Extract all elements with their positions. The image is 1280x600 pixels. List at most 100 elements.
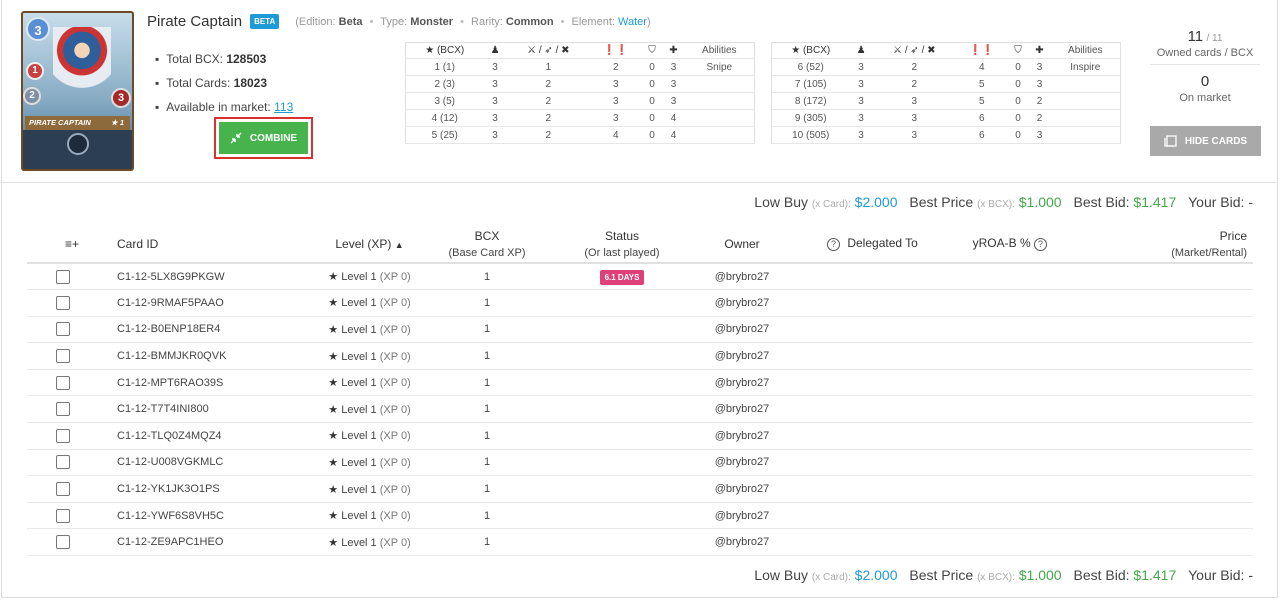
level-stat-cell: 4 bbox=[662, 109, 685, 127]
owner-link[interactable]: @brybro27 bbox=[715, 403, 770, 415]
card-id[interactable]: C1-12-MPT6RAO39S bbox=[117, 377, 223, 389]
delegated-cell bbox=[787, 528, 957, 557]
bcx-cell: 1 bbox=[427, 395, 547, 424]
help-icon[interactable]: ? bbox=[1034, 237, 1047, 251]
level-value: Level 1 bbox=[341, 510, 377, 523]
yroa-header[interactable]: yROA-B % ? bbox=[957, 225, 1107, 264]
attack-orb: 1 bbox=[26, 62, 44, 80]
owner-link[interactable]: @brybro27 bbox=[715, 323, 770, 335]
card-id[interactable]: C1-12-5LX8G9PKGW bbox=[117, 271, 225, 283]
level-stats-table-right: ★ (BCX) ♟ ⚔ / ➶ / ✖ ❗❗ ⛉ ✚ Abilities 6 (52) 3 2 4… bbox=[771, 42, 1121, 144]
table-row[interactable]: C1-12-YK1JK3O1PS ★ Level 1 (XP 0) 1 @brybro… bbox=[27, 475, 1253, 503]
table-row[interactable]: C1-12-MPT6RAO39S ★ Level 1 (XP 0) 1 @brybro… bbox=[27, 369, 1253, 397]
owner-link[interactable]: @brybro27 bbox=[715, 271, 770, 283]
owner-cell: @brybro27 bbox=[697, 263, 787, 291]
bcx-header[interactable]: BCX (Base Card XP) bbox=[427, 225, 547, 264]
status-header[interactable]: Status (Or last played) bbox=[547, 225, 697, 264]
low-buy-value[interactable]: $2.000 bbox=[855, 567, 898, 583]
combine-button[interactable]: COMBINE bbox=[219, 122, 308, 154]
level-table-header: ★ (BCX) ♟ ⚔ / ➶ / ✖ ❗❗ ⛉ ✚ Abilities bbox=[771, 42, 1121, 59]
row-checkbox[interactable] bbox=[56, 508, 70, 523]
level-stat-cell: 6 (52) bbox=[771, 58, 850, 76]
level-stat-cell: 3 bbox=[483, 75, 507, 93]
card-id[interactable]: C1-12-B0ENP18ER4 bbox=[117, 323, 220, 335]
card-id-header[interactable]: Card ID bbox=[117, 225, 312, 264]
ability-cell: Snipe bbox=[684, 58, 755, 76]
owner-header-label: Owner bbox=[724, 236, 760, 251]
card-id[interactable]: C1-12-BMMJKR0QVK bbox=[117, 350, 226, 362]
card-image[interactable]: 3 1 2 3 PIRATE CAPTAIN ★ 1 bbox=[21, 11, 134, 171]
help-icon[interactable]: ? bbox=[827, 237, 840, 251]
level-stat-header: ✚ bbox=[1028, 42, 1051, 59]
owner-link[interactable]: @brybro27 bbox=[715, 350, 770, 362]
owner-link[interactable]: @brybro27 bbox=[715, 536, 770, 548]
card-id[interactable]: C1-12-U008VGKMLC bbox=[117, 456, 223, 468]
armor-orb: 2 bbox=[23, 87, 41, 105]
bcx-value: 1 bbox=[483, 323, 491, 336]
select-menu-icon[interactable]: ≡+ bbox=[65, 237, 79, 251]
owner-header[interactable]: Owner bbox=[697, 225, 787, 264]
ability-cell bbox=[1050, 92, 1121, 110]
owner-link[interactable]: @brybro27 bbox=[715, 430, 770, 442]
table-row[interactable]: C1-12-BMMJKR0QVK ★ Level 1 (XP 0) 1 @brybro… bbox=[27, 342, 1253, 370]
owner-link[interactable]: @brybro27 bbox=[715, 456, 770, 468]
level-stat-cell: 4 bbox=[662, 126, 685, 144]
owner-link[interactable]: @brybro27 bbox=[715, 510, 770, 522]
low-buy-unit: (x Card): bbox=[811, 199, 851, 210]
available-link[interactable]: 113 bbox=[274, 100, 293, 114]
best-bid-value[interactable]: $1.417 bbox=[1133, 194, 1176, 210]
star-icon: ★ bbox=[328, 323, 339, 336]
level-cell: ★ Level 1 (XP 0) bbox=[312, 316, 427, 344]
best-price-value[interactable]: $1.000 bbox=[1019, 194, 1062, 210]
row-checkbox[interactable] bbox=[56, 349, 70, 364]
hide-cards-button[interactable]: HIDE CARDS bbox=[1150, 126, 1261, 156]
owner-link[interactable]: @brybro27 bbox=[715, 377, 770, 389]
delegated-header[interactable]: ? Delegated To bbox=[787, 225, 957, 264]
level-stat-cell: 3 bbox=[849, 92, 873, 110]
card-id[interactable]: C1-12-ZE9APC1HEO bbox=[117, 536, 223, 548]
row-checkbox[interactable] bbox=[56, 455, 70, 470]
table-row[interactable]: C1-12-B0ENP18ER4 ★ Level 1 (XP 0) 1 @brybro… bbox=[27, 316, 1253, 344]
table-row[interactable]: C1-12-TLQ0Z4MQZ4 ★ Level 1 (XP 0) 1 @brybro… bbox=[27, 422, 1253, 450]
ability-cell bbox=[1050, 75, 1121, 93]
row-checkbox[interactable] bbox=[56, 402, 70, 417]
table-row[interactable]: C1-12-9RMAF5PAAO ★ Level 1 (XP 0) 1 @brybro… bbox=[27, 289, 1253, 317]
row-checkbox[interactable] bbox=[56, 375, 70, 390]
best-bid-value[interactable]: $1.417 bbox=[1133, 567, 1176, 583]
card-id[interactable]: C1-12-TLQ0Z4MQZ4 bbox=[117, 430, 222, 442]
card-id[interactable]: C1-12-YK1JK3O1PS bbox=[117, 483, 220, 495]
level-value: Level 1 bbox=[341, 377, 377, 390]
card-id[interactable]: C1-12-9RMAF5PAAO bbox=[117, 297, 224, 309]
price-header[interactable]: Price (Market/Rental) bbox=[1107, 225, 1253, 264]
table-row[interactable]: C1-12-U008VGKMLC ★ Level 1 (XP 0) 1 @brybro… bbox=[27, 449, 1253, 477]
row-checkbox[interactable] bbox=[56, 269, 70, 284]
table-row[interactable]: C1-12-YWF6S8VH5C ★ Level 1 (XP 0) 1 @brybro… bbox=[27, 502, 1253, 530]
best-price-value[interactable]: $1.000 bbox=[1019, 567, 1062, 583]
price-cell bbox=[1107, 289, 1253, 317]
select-all-header[interactable]: ≡+ bbox=[27, 225, 117, 264]
owner-link[interactable]: @brybro27 bbox=[715, 483, 770, 495]
table-row[interactable]: C1-12-ZE9APC1HEO ★ Level 1 (XP 0) 1 @brybro… bbox=[27, 528, 1253, 557]
row-checkbox[interactable] bbox=[56, 428, 70, 443]
owner-link[interactable]: @brybro27 bbox=[715, 297, 770, 309]
card-id[interactable]: C1-12-YWF6S8VH5C bbox=[117, 510, 224, 522]
level-header[interactable]: Level (XP) ▲ bbox=[312, 225, 427, 264]
xp-value: (XP 0) bbox=[379, 403, 411, 416]
card-id-cell: C1-12-YWF6S8VH5C bbox=[117, 502, 312, 530]
rarity-value: Common bbox=[505, 15, 554, 28]
low-buy-value[interactable]: $2.000 bbox=[855, 194, 898, 210]
row-checkbox[interactable] bbox=[56, 295, 70, 310]
ability-cell: Inspire bbox=[1050, 58, 1121, 76]
yroa-cell bbox=[957, 422, 1107, 450]
row-checkbox[interactable] bbox=[56, 322, 70, 337]
table-row[interactable]: C1-12-T7T4INI800 ★ Level 1 (XP 0) 1 @brybro… bbox=[27, 395, 1253, 424]
card-id[interactable]: C1-12-T7T4INI800 bbox=[117, 403, 209, 415]
row-checkbox[interactable] bbox=[56, 535, 70, 550]
level-stat-cell: 3 bbox=[849, 109, 873, 127]
row-checkbox[interactable] bbox=[56, 482, 70, 497]
status-cell bbox=[547, 449, 697, 477]
row-select-cell bbox=[27, 316, 117, 344]
level-value: Level 1 bbox=[341, 323, 377, 336]
row-select-cell bbox=[27, 289, 117, 317]
table-row[interactable]: C1-12-5LX8G9PKGW ★ Level 1 (XP 0) 1 6.1 DAY… bbox=[27, 263, 1253, 291]
